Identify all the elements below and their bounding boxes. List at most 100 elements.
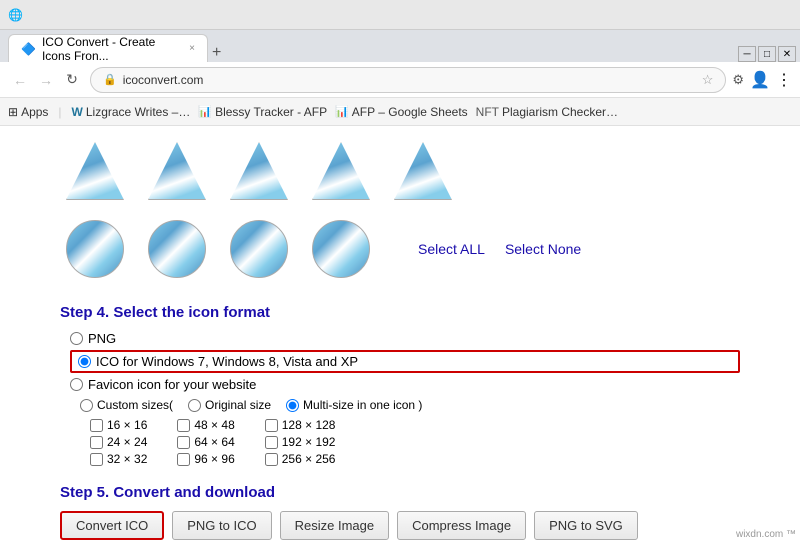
bookmark-sep-1: | xyxy=(58,105,61,119)
size-96[interactable]: 96 × 96 xyxy=(177,452,234,466)
bookmark-apps[interactable]: ⊞ Apps xyxy=(8,105,48,119)
format-favicon-option[interactable]: Favicon icon for your website xyxy=(70,377,740,392)
format-ico-radio[interactable] xyxy=(78,355,91,368)
tab-title: ICO Convert - Create Icons Fron... xyxy=(42,35,183,63)
icons-row-circles: Select ALL Select None xyxy=(60,214,740,284)
menu-icon[interactable]: ⋮ xyxy=(776,70,792,90)
size-options: Custom sizes( Original size Multi-size i… xyxy=(80,398,740,412)
size-48-checkbox[interactable] xyxy=(177,419,190,432)
afp-icon: 📊 xyxy=(335,105,349,118)
png-to-svg-button[interactable]: PNG to SVG xyxy=(534,511,638,540)
size-256[interactable]: 256 × 256 xyxy=(265,452,336,466)
size-24-checkbox[interactable] xyxy=(90,436,103,449)
size-96-checkbox[interactable] xyxy=(177,453,190,466)
size-96-label: 96 × 96 xyxy=(194,452,234,466)
address-bar[interactable]: 🔒 icoconvert.com ☆ xyxy=(90,67,726,93)
custom-sizes-radio[interactable] xyxy=(80,399,93,412)
compress-image-button[interactable]: Compress Image xyxy=(397,511,526,540)
bookmark-apps-label: Apps xyxy=(21,105,48,119)
size-192-label: 192 × 192 xyxy=(282,435,336,449)
format-ico-label: ICO for Windows 7, Windows 8, Vista and … xyxy=(96,354,358,369)
forward-button[interactable]: → xyxy=(34,68,58,92)
size-128-checkbox[interactable] xyxy=(265,419,278,432)
bookmark-blessy[interactable]: 📊 Blessy Tracker - AFP xyxy=(198,105,327,119)
size-256-label: 256 × 256 xyxy=(282,452,336,466)
icon-triangle-1[interactable] xyxy=(60,136,130,206)
close-button[interactable]: ✕ xyxy=(778,46,796,62)
format-favicon-radio[interactable] xyxy=(70,378,83,391)
icon-triangle-5[interactable] xyxy=(388,136,458,206)
resize-image-button[interactable]: Resize Image xyxy=(280,511,389,540)
icons-row-triangles xyxy=(60,136,740,206)
page-content: Select ALL Select None Step 4. Select th… xyxy=(0,126,800,542)
select-links: Select ALL Select None xyxy=(408,241,591,257)
title-bar-left: 🌐 xyxy=(8,8,23,22)
size-16-checkbox[interactable] xyxy=(90,419,103,432)
multisize-option[interactable]: Multi-size in one icon ) xyxy=(286,398,422,412)
step5-section: Step 5. Convert and download Convert ICO… xyxy=(60,484,740,542)
back-button[interactable]: ← xyxy=(8,68,32,92)
size-col-1: 16 × 16 24 × 24 32 × 32 xyxy=(90,418,147,466)
size-24[interactable]: 24 × 24 xyxy=(90,435,147,449)
size-16-label: 16 × 16 xyxy=(107,418,147,432)
new-tab-button[interactable]: + xyxy=(212,44,221,62)
size-col-2: 48 × 48 64 × 64 96 × 96 xyxy=(177,418,234,466)
size-32-checkbox[interactable] xyxy=(90,453,103,466)
icon-triangle-2[interactable] xyxy=(142,136,212,206)
size-192-checkbox[interactable] xyxy=(265,436,278,449)
icon-triangle-4[interactable] xyxy=(306,136,376,206)
format-png-radio[interactable] xyxy=(70,332,83,345)
bookmarks-bar: ⊞ Apps | W Lizgrace Writes –… 📊 Blessy T… xyxy=(0,98,800,126)
size-192[interactable]: 192 × 192 xyxy=(265,435,336,449)
minimize-button[interactable]: ─ xyxy=(738,46,756,62)
original-size-radio[interactable] xyxy=(188,399,201,412)
plagiarism-icon: NFT xyxy=(476,105,499,119)
apps-grid-icon: ⊞ xyxy=(8,105,18,119)
active-tab[interactable]: 🔷 ICO Convert - Create Icons Fron... × xyxy=(8,34,208,62)
icon-circle-1[interactable] xyxy=(60,214,130,284)
size-128[interactable]: 128 × 128 xyxy=(265,418,336,432)
size-48[interactable]: 48 × 48 xyxy=(177,418,234,432)
tab-favicon: 🔷 xyxy=(21,42,36,56)
format-png-option[interactable]: PNG xyxy=(70,331,740,346)
bookmark-plagiarism-label: Plagiarism Checker… xyxy=(502,105,618,119)
refresh-button[interactable]: ↻ xyxy=(60,68,84,92)
size-32[interactable]: 32 × 32 xyxy=(90,452,147,466)
size-64-checkbox[interactable] xyxy=(177,436,190,449)
size-col-3: 128 × 128 192 × 192 256 × 256 xyxy=(265,418,336,466)
icon-circle-3[interactable] xyxy=(224,214,294,284)
bookmark-lizgrace[interactable]: W Lizgrace Writes –… xyxy=(72,105,191,119)
bookmark-plagiarism[interactable]: NFT Plagiarism Checker… xyxy=(476,105,618,119)
maximize-button[interactable]: □ xyxy=(758,46,776,62)
icon-circle-2[interactable] xyxy=(142,214,212,284)
png-to-ico-button[interactable]: PNG to ICO xyxy=(172,511,271,540)
bookmark-afp[interactable]: 📊 AFP – Google Sheets xyxy=(335,105,468,119)
size-64[interactable]: 64 × 64 xyxy=(177,435,234,449)
tab-close-button[interactable]: × xyxy=(189,43,195,54)
bookmark-star-icon[interactable]: ☆ xyxy=(702,72,714,88)
tab-bar: 🔷 ICO Convert - Create Icons Fron... × +… xyxy=(0,30,800,62)
size-16[interactable]: 16 × 16 xyxy=(90,418,147,432)
custom-sizes-option[interactable]: Custom sizes( xyxy=(80,398,173,412)
select-all-link[interactable]: Select ALL xyxy=(418,241,485,257)
browser-icon: 🌐 xyxy=(8,8,23,22)
format-ico-option[interactable]: ICO for Windows 7, Windows 8, Vista and … xyxy=(70,350,740,373)
wordpress-icon: W xyxy=(72,105,83,119)
nav-bar: ← → ↻ 🔒 icoconvert.com ☆ ⚙ 👤 ⋮ xyxy=(0,62,800,98)
size-256-checkbox[interactable] xyxy=(265,453,278,466)
multisize-label: Multi-size in one icon ) xyxy=(303,398,422,412)
format-favicon-label: Favicon icon for your website xyxy=(88,377,256,392)
original-size-label: Original size xyxy=(205,398,271,412)
convert-buttons: Convert ICO PNG to ICO Resize Image Comp… xyxy=(60,511,740,540)
format-radio-group: PNG ICO for Windows 7, Windows 8, Vista … xyxy=(70,331,740,392)
step4-section: Step 4. Select the icon format PNG ICO f… xyxy=(60,304,740,466)
select-none-link[interactable]: Select None xyxy=(505,241,581,257)
size-32-label: 32 × 32 xyxy=(107,452,147,466)
multisize-radio[interactable] xyxy=(286,399,299,412)
blessy-icon: 📊 xyxy=(198,105,212,118)
original-size-option[interactable]: Original size xyxy=(188,398,271,412)
nav-icons: ← → ↻ xyxy=(8,68,84,92)
icon-triangle-3[interactable] xyxy=(224,136,294,206)
icon-circle-4[interactable] xyxy=(306,214,376,284)
convert-ico-button[interactable]: Convert ICO xyxy=(60,511,164,540)
